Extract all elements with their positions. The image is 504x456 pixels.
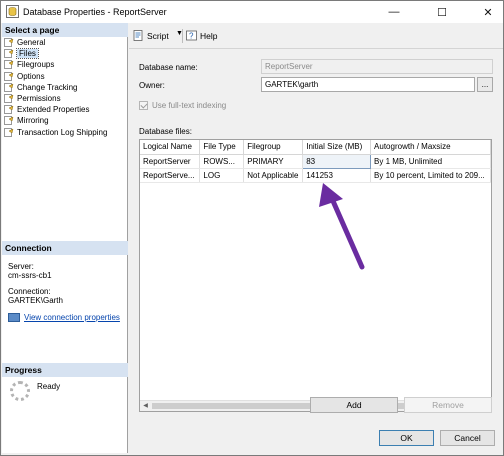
files-table: Logical Name File Type Filegroup Initial Si… bbox=[140, 140, 491, 183]
page-item-permissions[interactable]: Permissions bbox=[4, 93, 126, 104]
page-item-label: Extended Properties bbox=[17, 105, 90, 115]
script-button[interactable]: Script bbox=[133, 30, 169, 41]
initial-size-cell[interactable]: 83 bbox=[302, 153, 372, 169]
column-header[interactable]: Filegroup bbox=[243, 140, 304, 155]
page-icon bbox=[4, 38, 14, 47]
scroll-left-icon[interactable]: ◀ bbox=[140, 401, 151, 411]
ok-button[interactable]: OK bbox=[379, 430, 434, 446]
progress-header: Progress bbox=[2, 363, 128, 377]
script-label: Script bbox=[147, 30, 169, 41]
owner-field[interactable]: GARTEK\garth bbox=[261, 77, 475, 92]
page-icon bbox=[4, 71, 14, 81]
progress-status: Ready bbox=[37, 382, 61, 391]
view-connection-properties-link[interactable]: View connection properties bbox=[8, 313, 120, 322]
page-item-label: Mirroring bbox=[17, 116, 49, 126]
table-cell: ReportServe... bbox=[140, 168, 201, 183]
page-icon bbox=[4, 49, 14, 59]
table-cell: By 10 percent, Limited to 209... bbox=[370, 168, 491, 183]
maximize-button[interactable]: ☐ bbox=[427, 1, 457, 23]
add-button[interactable]: Add bbox=[310, 397, 398, 413]
column-header[interactable]: Autogrowth / Maxsize bbox=[370, 140, 491, 155]
help-button[interactable]: ? Help bbox=[186, 30, 217, 41]
table-cell: ROWS... bbox=[199, 154, 245, 169]
database-name-field: ReportServer bbox=[261, 59, 493, 74]
initial-size-cell[interactable]: 141253 bbox=[302, 168, 372, 183]
page-item-filegroups[interactable]: Filegroups bbox=[4, 59, 126, 70]
cancel-button[interactable]: Cancel bbox=[440, 430, 495, 446]
page-item-label: Change Tracking bbox=[17, 82, 78, 92]
database-files-grid[interactable]: Logical Name File Type Filegroup Initial Si… bbox=[139, 139, 492, 412]
column-header[interactable]: Logical Name bbox=[140, 140, 201, 155]
column-header[interactable]: Initial Size (MB) bbox=[302, 140, 372, 155]
dialog-button-bar: OK Cancel bbox=[129, 423, 503, 453]
page-item-extended-properties[interactable]: Extended Properties bbox=[4, 104, 126, 115]
svg-text:?: ? bbox=[189, 32, 194, 41]
page-item-label: Filegroups bbox=[17, 60, 55, 70]
page-item-files[interactable]: Files bbox=[4, 48, 126, 60]
toolbar-separator bbox=[182, 29, 183, 43]
table-cell: ReportServer bbox=[140, 154, 201, 169]
page-item-mirroring[interactable]: Mirroring bbox=[4, 115, 126, 126]
remove-button[interactable]: Remove bbox=[404, 397, 492, 413]
fulltext-checkbox[interactable] bbox=[139, 101, 148, 110]
connection-properties-icon bbox=[8, 313, 20, 322]
table-row[interactable]: ReportServer ROWS... PRIMARY 83 By 1 MB, Unl… bbox=[140, 153, 491, 169]
connection-value: GARTEK\Garth bbox=[8, 296, 63, 305]
page-item-label: General bbox=[17, 38, 46, 48]
server-value: cm-ssrs-cb1 bbox=[8, 271, 52, 280]
table-cell: By 1 MB, Unlimited bbox=[370, 154, 491, 169]
database-files-label: Database files: bbox=[139, 127, 192, 136]
script-icon bbox=[133, 30, 143, 41]
owner-label: Owner: bbox=[139, 81, 165, 90]
page-icon bbox=[4, 60, 14, 70]
page-item-options[interactable]: Options bbox=[4, 71, 126, 82]
page-item-label: Permissions bbox=[17, 94, 61, 104]
database-name-label: Database name: bbox=[139, 63, 198, 72]
page-icon bbox=[4, 82, 14, 92]
table-cell: LOG bbox=[199, 168, 245, 183]
page-item-transaction-log-shipping[interactable]: Transaction Log Shipping bbox=[4, 127, 126, 138]
owner-browse-button[interactable]: ... bbox=[477, 77, 493, 92]
column-header[interactable]: File Type bbox=[199, 140, 245, 155]
view-connection-properties-label: View connection properties bbox=[24, 313, 120, 322]
select-page-header: Select a page bbox=[2, 23, 128, 37]
page-icon bbox=[4, 94, 14, 103]
left-pane: Select a page General Files Filegroups Opti… bbox=[2, 23, 128, 453]
table-cell: Not Applicable bbox=[243, 168, 304, 183]
page-icon bbox=[4, 127, 14, 137]
page-item-change-tracking[interactable]: Change Tracking bbox=[4, 82, 126, 93]
fulltext-label: Use full-text indexing bbox=[152, 101, 227, 110]
page-item-label: Transaction Log Shipping bbox=[17, 127, 108, 137]
table-row[interactable]: ReportServe... LOG Not Applicable 141253 By … bbox=[140, 168, 491, 183]
page-icon bbox=[4, 105, 14, 115]
toolbar: Script ▼ ? Help bbox=[129, 23, 503, 49]
page-item-label: Options bbox=[17, 71, 45, 81]
progress-spinner-icon bbox=[10, 381, 30, 401]
database-properties-window: Database Properties - ReportServer — ☐ ✕… bbox=[0, 0, 504, 456]
files-page: Script ▼ ? Help Database name: ReportSer… bbox=[129, 23, 503, 423]
help-icon: ? bbox=[186, 30, 197, 41]
page-list: General Files Filegroups Options Change Trac… bbox=[4, 37, 126, 138]
files-table-header: Logical Name File Type Filegroup Initial Si… bbox=[140, 140, 491, 155]
page-item-general[interactable]: General bbox=[4, 37, 126, 48]
page-item-label: Files bbox=[16, 48, 39, 60]
window-title: Database Properties - ReportServer bbox=[23, 7, 167, 17]
database-icon bbox=[6, 5, 19, 18]
connection-header: Connection bbox=[2, 241, 128, 255]
table-cell: PRIMARY bbox=[243, 154, 304, 169]
page-icon bbox=[4, 116, 14, 126]
title-bar: Database Properties - ReportServer — ☐ ✕ bbox=[1, 1, 503, 23]
help-label: Help bbox=[200, 30, 218, 41]
close-button[interactable]: ✕ bbox=[473, 1, 503, 23]
minimize-button[interactable]: — bbox=[379, 1, 409, 23]
